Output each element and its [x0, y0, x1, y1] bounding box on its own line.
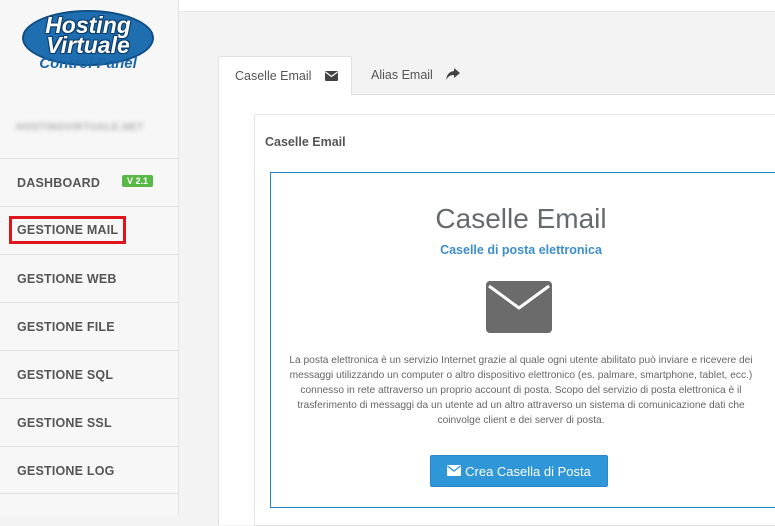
envelope-icon: [447, 464, 462, 479]
sidebar: Hosting Virtuale Control Panel HOSTINGVI…: [0, 0, 179, 516]
logo[interactable]: Hosting Virtuale Control Panel: [18, 8, 158, 74]
sidebar-item-label: DASHBOARD: [17, 176, 101, 190]
tab-alias-email[interactable]: Alias Email: [355, 56, 475, 94]
tab-caselle-email[interactable]: Caselle Email: [218, 56, 352, 95]
hero-card: Caselle Email Caselle di posta elettroni…: [270, 172, 775, 508]
logo-line-2: Virtuale: [46, 32, 130, 58]
hero-subtitle: Caselle di posta elettronica: [440, 243, 602, 257]
sidebar-item-label: GESTIONE FILE: [17, 320, 115, 334]
sidebar-item-gestione-ssl[interactable]: GESTIONE SSL: [0, 398, 178, 446]
share-arrow-icon: [446, 57, 461, 95]
logo-line-3: Control Panel: [39, 55, 137, 72]
hero-title: Caselle Email: [435, 203, 607, 234]
sidebar-item-label: GESTIONE SSL: [17, 416, 112, 430]
account-domain: HOSTINGVIRTUALE.NET: [16, 122, 144, 133]
create-mailbox-button[interactable]: Crea Casella di Posta: [430, 455, 608, 487]
hero-description: La posta elettronica è un servizio Inter…: [289, 355, 753, 426]
sidebar-item-label: GESTIONE LOG: [17, 464, 115, 478]
sidebar-item-label: GESTIONE SQL: [17, 368, 114, 382]
tab-label: Alias Email: [371, 68, 433, 82]
envelope-icon: [324, 58, 338, 96]
tab-label: Caselle Email: [235, 69, 312, 83]
top-bar: [178, 0, 775, 12]
sidebar-item-gestione-web[interactable]: GESTIONE WEB: [0, 254, 178, 302]
sidebar-item-gestione-mail[interactable]: GESTIONE MAIL: [0, 206, 178, 254]
sidebar-nav: DASHBOARD V 2.1 GESTIONE MAIL GESTIONE W…: [0, 158, 178, 494]
create-mailbox-label: Crea Casella di Posta: [465, 463, 591, 479]
sidebar-item-gestione-log[interactable]: GESTIONE LOG: [0, 446, 178, 494]
sidebar-item-gestione-file[interactable]: GESTIONE FILE: [0, 302, 178, 350]
box-title: Caselle Email: [265, 135, 346, 149]
sidebar-item-dashboard[interactable]: DASHBOARD V 2.1: [0, 158, 178, 206]
sidebar-item-label: GESTIONE WEB: [17, 272, 117, 286]
sidebar-item-gestione-sql[interactable]: GESTIONE SQL: [0, 350, 178, 398]
envelope-icon: [486, 281, 552, 338]
sidebar-item-label: GESTIONE MAIL: [8, 216, 127, 244]
version-badge: V 2.1: [122, 175, 154, 187]
